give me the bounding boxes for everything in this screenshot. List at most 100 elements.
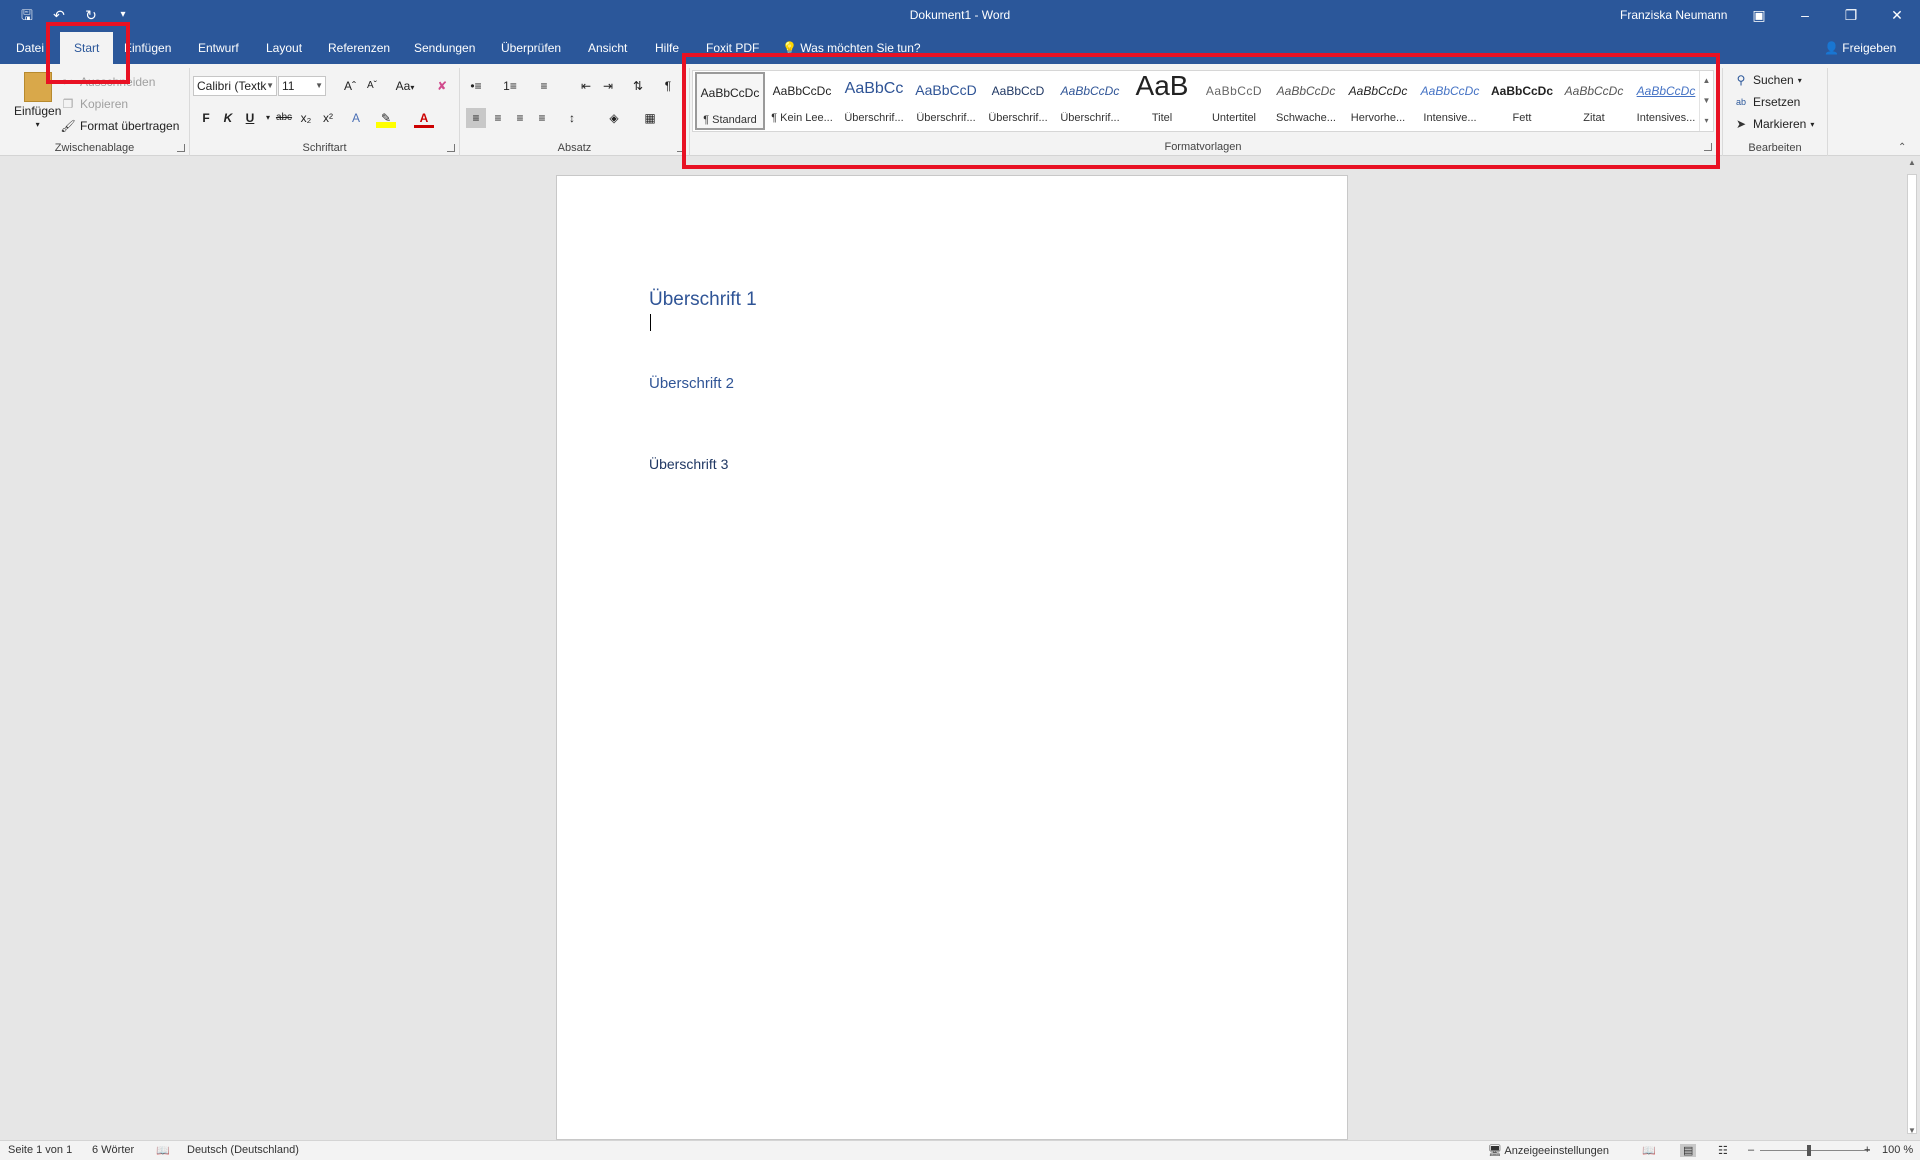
tab-foxit-pdf[interactable]: Foxit PDF — [706, 32, 759, 64]
sort-icon[interactable]: ⇅ — [628, 76, 648, 96]
print-layout-icon[interactable]: ▤ — [1680, 1144, 1697, 1157]
gallery-scroll[interactable]: ▲ ▼ ▾ — [1699, 71, 1713, 131]
style-quote[interactable]: AaBbCcDc Zitat — [1559, 72, 1629, 130]
font-size-combo[interactable]: 11 ▼ — [278, 76, 326, 96]
text-effects-icon[interactable]: A — [346, 108, 366, 128]
style-subtle-emphasis[interactable]: AaBbCcDc Schwache... — [1271, 72, 1341, 130]
chevron-down-icon[interactable]: ▼ — [1700, 91, 1713, 111]
copy-button[interactable]: ❐ Kopieren — [60, 96, 128, 112]
font-color-icon[interactable]: A — [414, 108, 434, 128]
paste-icon — [23, 72, 52, 102]
chevron-up-icon[interactable]: ▲ — [1700, 71, 1713, 91]
style-strong[interactable]: AaBbCcDc Fett — [1487, 72, 1557, 130]
subscript-button[interactable]: x₂ — [296, 108, 316, 128]
tell-me-search[interactable]: 💡 Was möchten Sie tun? — [782, 32, 921, 64]
styles-launcher-icon[interactable] — [1704, 143, 1712, 151]
language-status[interactable]: Deutsch (Deutschland) — [187, 1144, 299, 1156]
tab-entwurf[interactable]: Entwurf — [198, 32, 239, 64]
change-case-button[interactable]: Aa▾ — [390, 76, 420, 96]
word-count[interactable]: 6 Wörter — [92, 1144, 134, 1156]
close-icon[interactable]: ✕ — [1874, 0, 1920, 32]
vertical-scrollbar[interactable]: ▲ ▼ — [1904, 156, 1920, 1140]
web-layout-icon[interactable]: ☷ — [1718, 1144, 1728, 1157]
style-intense-quote[interactable]: AaBbCcDc Intensives... — [1631, 72, 1701, 130]
multilevel-list-icon[interactable]: ≡ — [534, 76, 554, 96]
scrollbar-thumb[interactable] — [1907, 174, 1917, 1134]
style-heading4[interactable]: AaBbCcDc Überschrif... — [1055, 72, 1125, 130]
minimize-icon[interactable]: – — [1782, 0, 1828, 32]
borders-icon[interactable]: ▦ — [640, 108, 660, 128]
shading-icon[interactable]: ◈ — [604, 108, 624, 128]
bullets-icon[interactable]: •≡ — [466, 76, 486, 96]
replace-button[interactable]: ab Ersetzen — [1733, 94, 1800, 110]
tab-layout[interactable]: Layout — [266, 32, 302, 64]
restore-icon[interactable]: ❐ — [1828, 0, 1874, 32]
cut-button[interactable]: ✂ Ausschneiden — [60, 74, 155, 90]
find-button[interactable]: ⚲ Suchen ▾ — [1733, 72, 1802, 88]
zoom-in-icon[interactable]: + — [1864, 1144, 1870, 1156]
scroll-up-icon[interactable]: ▲ — [1907, 158, 1917, 170]
zoom-out-icon[interactable]: – — [1748, 1144, 1754, 1156]
paste-button[interactable]: Einfügen ▾ — [14, 72, 61, 129]
zoom-slider[interactable] — [1760, 1150, 1870, 1151]
page-count[interactable]: Seite 1 von 1 — [8, 1144, 72, 1156]
ribbon-display-options-icon[interactable]: ▣ — [1736, 0, 1782, 32]
font-launcher-icon[interactable] — [447, 144, 455, 152]
collapse-ribbon-icon[interactable]: ⌃ — [1898, 142, 1906, 153]
tab-ueberpruefen[interactable]: Überprüfen — [501, 32, 561, 64]
tab-hilfe[interactable]: Hilfe — [655, 32, 679, 64]
underline-button[interactable]: U — [240, 108, 260, 128]
heading-2-text[interactable]: Überschrift 2 — [649, 375, 734, 392]
superscript-button[interactable]: x² — [318, 108, 338, 128]
style-no-spacing[interactable]: AaBbCcDc ¶ Kein Lee... — [767, 72, 837, 130]
clipboard-launcher-icon[interactable] — [177, 144, 185, 152]
style-emphasis[interactable]: AaBbCcDc Hervorhe... — [1343, 72, 1413, 130]
style-standard[interactable]: AaBbCcDc ¶ Standard — [695, 72, 765, 130]
tab-referenzen[interactable]: Referenzen — [328, 32, 390, 64]
proofing-icon[interactable]: 📖 — [156, 1144, 170, 1157]
font-name-combo[interactable]: Calibri (Textk ▼ — [193, 76, 277, 96]
increase-indent-icon[interactable]: ⇥ — [598, 76, 618, 96]
heading-1-text[interactable]: Überschrift 1 — [649, 289, 757, 311]
grow-font-icon[interactable]: Aˆ — [340, 76, 360, 96]
italic-button[interactable]: K — [218, 108, 238, 128]
tab-start[interactable]: Start — [60, 32, 114, 64]
style-heading1[interactable]: AaBbCc Überschrif... — [839, 72, 909, 130]
tab-datei[interactable]: Datei — [16, 32, 44, 64]
tab-einfuegen[interactable]: Einfügen — [124, 32, 171, 64]
strikethrough-button[interactable]: abc — [274, 108, 294, 128]
select-button[interactable]: ➤ Markieren ▾ — [1733, 116, 1814, 132]
format-painter-button[interactable]: 🖌 Format übertragen — [60, 118, 179, 134]
bold-button[interactable]: F — [196, 108, 216, 128]
zoom-level[interactable]: 100 % — [1882, 1144, 1913, 1156]
justify-icon[interactable]: ≡ — [532, 108, 552, 128]
font-size-value: 11 — [282, 79, 295, 93]
clear-formatting-icon[interactable]: ✘ — [432, 76, 452, 96]
line-spacing-icon[interactable]: ↕ — [562, 108, 582, 128]
more-styles-icon[interactable]: ▾ — [1700, 111, 1713, 131]
align-center-icon[interactable]: ≡ — [488, 108, 508, 128]
tab-sendungen[interactable]: Sendungen — [414, 32, 475, 64]
show-formatting-marks-icon[interactable]: ¶ — [658, 76, 678, 96]
style-heading2[interactable]: AaBbCcD Überschrif... — [911, 72, 981, 130]
style-intense-emphasis[interactable]: AaBbCcDc Intensive... — [1415, 72, 1485, 130]
decrease-indent-icon[interactable]: ⇤ — [576, 76, 596, 96]
share-button[interactable]: 👤 Freigeben — [1824, 32, 1896, 64]
scroll-down-icon[interactable]: ▼ — [1907, 1126, 1917, 1138]
heading-3-text[interactable]: Überschrift 3 — [649, 456, 728, 472]
style-heading3[interactable]: AaBbCcD Überschrif... — [983, 72, 1053, 130]
document-page[interactable]: Überschrift 1 Überschrift 2 Überschrift … — [556, 175, 1348, 1140]
tab-ansicht[interactable]: Ansicht — [588, 32, 627, 64]
style-title[interactable]: AaB Titel — [1127, 70, 1197, 130]
read-mode-icon[interactable]: 📖 — [1642, 1144, 1656, 1157]
display-settings-button[interactable]: 🖥 Anzeigeeinstellungen — [1488, 1144, 1609, 1157]
style-subtitle[interactable]: AaBbCcD Untertitel — [1199, 72, 1269, 130]
numbering-icon[interactable]: 1≡ — [500, 76, 520, 96]
user-name[interactable]: Franziska Neumann — [1620, 8, 1727, 22]
zoom-slider-thumb[interactable] — [1807, 1145, 1811, 1156]
align-right-icon[interactable]: ≡ — [510, 108, 530, 128]
highlight-color-icon[interactable]: ✎ — [376, 108, 396, 128]
shrink-font-icon[interactable]: Aˇ — [362, 76, 382, 96]
align-left-icon[interactable]: ≡ — [466, 108, 486, 128]
paragraph-launcher-icon[interactable] — [677, 144, 685, 152]
